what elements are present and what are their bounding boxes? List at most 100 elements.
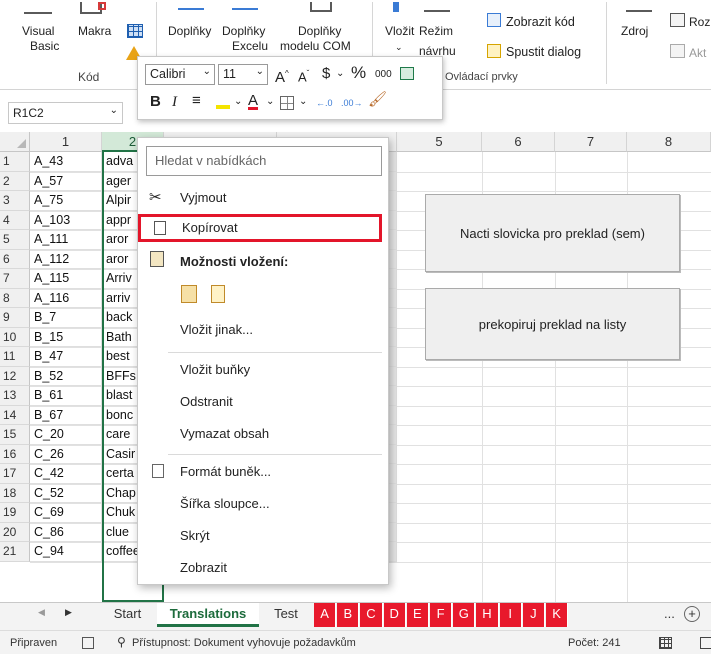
row-header[interactable]: 21 (0, 542, 30, 562)
cell-id[interactable]: C_52 (30, 483, 102, 503)
cell-id[interactable]: A_116 (30, 288, 102, 308)
row-header[interactable]: 3 (0, 191, 30, 211)
rezim-label[interactable]: Režim (419, 24, 453, 38)
sheet-tab-letter[interactable]: I (499, 603, 522, 627)
cell-id[interactable]: B_67 (30, 405, 102, 425)
format-table-icon[interactable] (400, 67, 414, 80)
sheet-tab-letter[interactable]: H (476, 603, 499, 627)
scroll-right-icon[interactable]: ▶ (65, 607, 72, 618)
row-header[interactable]: 11 (0, 347, 30, 367)
addins-icon[interactable] (178, 2, 204, 10)
column-header[interactable]: 1 (30, 132, 102, 152)
nacti-slovicka-button[interactable]: Nacti slovicka pro preklad (sem) (425, 194, 680, 272)
menu-item-hide[interactable]: Skrýt (139, 522, 387, 550)
row-header[interactable]: 14 (0, 405, 30, 425)
format-painter-icon[interactable]: 🖌 (368, 90, 387, 110)
chevron-down-icon[interactable]: ⌄ (256, 66, 264, 77)
menu-item-copy[interactable]: Kopírovat (138, 214, 382, 242)
cell-id[interactable]: A_111 (30, 230, 102, 250)
cell-id[interactable]: A_57 (30, 171, 102, 191)
cell-id[interactable]: A_75 (30, 191, 102, 211)
chevron-down-icon[interactable]: ⌄ (110, 105, 118, 116)
cell-id[interactable]: C_86 (30, 522, 102, 542)
sheet-tab-translations[interactable]: Translations (157, 603, 259, 627)
chevron-down-icon[interactable]: ⌄ (299, 92, 307, 112)
row-header[interactable]: 12 (0, 366, 30, 386)
menu-item-paste-special[interactable]: Vložit jinak... (139, 316, 387, 344)
zdroj-label[interactable]: Zdroj (621, 24, 648, 38)
row-header[interactable]: 9 (0, 308, 30, 328)
sheet-tab-letter[interactable]: K (546, 603, 569, 627)
accessibility-status[interactable]: Přístupnost: Dokument vyhovuje požadavků… (132, 637, 356, 649)
sheet-tab-letter[interactable]: J (522, 603, 545, 627)
row-header[interactable]: 19 (0, 503, 30, 523)
visual-basic-label-2[interactable]: Basic (30, 39, 59, 53)
akt-label[interactable]: Akt (689, 46, 706, 60)
sheet-tab-letter[interactable]: C (360, 603, 383, 627)
cell-id[interactable]: B_47 (30, 347, 102, 367)
doplnky-excelu-label[interactable]: Doplňky (222, 24, 265, 38)
record-macro-icon[interactable] (127, 24, 143, 38)
column-header[interactable]: 5 (397, 132, 482, 152)
cell-id[interactable]: B_7 (30, 308, 102, 328)
align-center-icon[interactable]: ≡ (192, 91, 201, 111)
spustit-dialog-label[interactable]: Spustit dialog (506, 45, 581, 59)
normal-view-icon[interactable] (659, 637, 672, 649)
map-properties-icon[interactable] (670, 13, 685, 27)
cell-id[interactable]: C_42 (30, 464, 102, 484)
row-header[interactable]: 16 (0, 444, 30, 464)
insert-control-icon[interactable] (393, 2, 399, 12)
row-header[interactable]: 20 (0, 522, 30, 542)
menu-item-unhide[interactable]: Zobrazit (139, 554, 387, 582)
chevron-down-icon[interactable]: ⌄ (203, 66, 211, 77)
column-header[interactable]: 7 (555, 132, 627, 152)
sheet-tab-letter[interactable]: E (406, 603, 429, 627)
italic-icon[interactable]: I (172, 92, 177, 112)
menu-item-insert-cells[interactable]: Vložit buňky (139, 356, 387, 384)
bold-icon[interactable]: B (150, 92, 161, 112)
select-all-corner[interactable] (0, 132, 30, 152)
cell-id[interactable]: A_103 (30, 210, 102, 230)
font-color-icon[interactable]: A (248, 91, 258, 111)
source-icon[interactable] (626, 2, 652, 12)
run-dialog-icon[interactable] (487, 44, 501, 58)
visual-basic-icon[interactable] (24, 4, 52, 14)
menu-item-column-width[interactable]: Šířka sloupce... (139, 490, 387, 518)
scroll-left-icon[interactable]: ◀ (38, 607, 45, 618)
row-header[interactable]: 10 (0, 327, 30, 347)
menu-search-input[interactable]: Hledat v nabídkách (146, 146, 382, 176)
paste-values-icon[interactable] (211, 285, 225, 303)
excel-addins-icon[interactable] (232, 2, 258, 10)
makra-label[interactable]: Makra (78, 24, 111, 38)
chevron-down-icon[interactable]: ⌄ (234, 92, 242, 112)
row-header[interactable]: 5 (0, 230, 30, 250)
row-header[interactable]: 7 (0, 269, 30, 289)
row-header[interactable]: 15 (0, 425, 30, 445)
menu-item-delete[interactable]: Odstranit (139, 388, 387, 416)
name-box[interactable]: R1C2 ⌄ (8, 102, 123, 124)
font-name-field[interactable]: Calibri ⌄ (145, 64, 215, 85)
cell-id[interactable]: A_112 (30, 249, 102, 269)
fill-color-icon[interactable] (216, 95, 230, 109)
chevron-down-icon[interactable]: ⌄ (336, 64, 344, 84)
row-header[interactable]: 6 (0, 249, 30, 269)
cell-id[interactable]: B_15 (30, 327, 102, 347)
chevron-down-icon[interactable]: ⌄ (266, 92, 274, 112)
menu-item-cut[interactable]: ✂ Vyjmout (139, 184, 387, 212)
vlozit-label[interactable]: Vložit (385, 24, 414, 38)
page-layout-icon[interactable] (700, 637, 711, 649)
menu-item-clear-contents[interactable]: Vymazat obsah (139, 420, 387, 448)
doplnky-label[interactable]: Doplňky (168, 24, 211, 38)
doplnky-com-label-2[interactable]: modelu COM (280, 39, 351, 53)
increase-font-icon[interactable]: A^ (275, 64, 289, 88)
row-header[interactable]: 17 (0, 464, 30, 484)
zobrazit-kod-label[interactable]: Zobrazit kód (506, 15, 575, 29)
cell-id[interactable]: A_115 (30, 269, 102, 289)
column-header[interactable]: 8 (627, 132, 711, 152)
cell-id[interactable]: A_43 (30, 152, 102, 172)
decrease-decimal-icon[interactable]: .00→ (341, 93, 363, 113)
font-size-field[interactable]: 11 ⌄ (218, 64, 268, 85)
row-header[interactable]: 8 (0, 288, 30, 308)
cell-id[interactable]: B_61 (30, 386, 102, 406)
visual-basic-label[interactable]: Visual (22, 24, 54, 38)
